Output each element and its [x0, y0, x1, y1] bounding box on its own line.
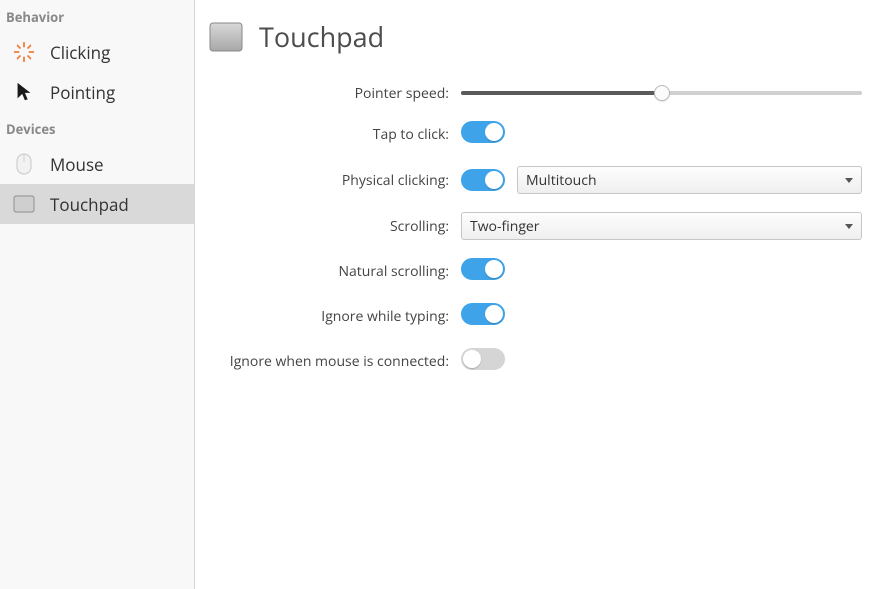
sidebar: Behavior Clicking — [0, 0, 195, 589]
touchpad-icon — [12, 192, 36, 216]
select-value: Two-finger — [470, 217, 540, 236]
label-pointer-speed: Pointer speed: — [209, 84, 449, 103]
physical-clicking-select[interactable]: Multitouch — [517, 166, 862, 194]
pointer-icon — [12, 80, 36, 104]
slider-fill — [461, 91, 662, 95]
label-ignore-mouse: Ignore when mouse is connected: — [209, 352, 449, 371]
sidebar-section-behavior: Behavior — [0, 0, 194, 32]
sidebar-item-label: Pointing — [50, 81, 115, 104]
label-tap-to-click: Tap to click: — [209, 125, 449, 144]
label-natural-scrolling: Natural scrolling: — [209, 262, 449, 281]
label-physical-clicking: Physical clicking: — [209, 171, 449, 190]
tap-to-click-toggle[interactable] — [461, 121, 505, 143]
label-ignore-typing: Ignore while typing: — [209, 307, 449, 326]
page-title: Touchpad — [259, 18, 384, 55]
label-scrolling: Scrolling: — [209, 217, 449, 236]
physical-clicking-toggle[interactable] — [461, 169, 505, 191]
ignore-while-typing-toggle[interactable] — [461, 303, 505, 325]
main-pane: Touchpad Pointer speed: Tap to click: Ph… — [195, 0, 876, 589]
sidebar-item-pointing[interactable]: Pointing — [0, 72, 194, 112]
main-header: Touchpad — [209, 18, 862, 55]
chevron-down-icon — [845, 178, 853, 183]
sidebar-item-clicking[interactable]: Clicking — [0, 32, 194, 72]
touchpad-header-icon — [209, 20, 243, 54]
sidebar-item-mouse[interactable]: Mouse — [0, 144, 194, 184]
pointer-speed-slider[interactable] — [461, 83, 862, 103]
sidebar-item-label: Mouse — [50, 153, 104, 176]
sidebar-item-label: Clicking — [50, 41, 110, 64]
sidebar-item-touchpad[interactable]: Touchpad — [0, 184, 194, 224]
natural-scrolling-toggle[interactable] — [461, 258, 505, 280]
mouse-icon — [12, 152, 36, 176]
sidebar-item-label: Touchpad — [50, 193, 129, 216]
slider-thumb[interactable] — [654, 85, 670, 101]
chevron-down-icon — [845, 224, 853, 229]
sidebar-section-devices: Devices — [0, 112, 194, 144]
scrolling-select[interactable]: Two-finger — [461, 212, 862, 240]
settings-form: Pointer speed: Tap to click: Physical cl… — [209, 83, 862, 375]
click-icon — [12, 40, 36, 64]
select-value: Multitouch — [526, 171, 597, 190]
ignore-when-mouse-toggle[interactable] — [461, 348, 505, 370]
